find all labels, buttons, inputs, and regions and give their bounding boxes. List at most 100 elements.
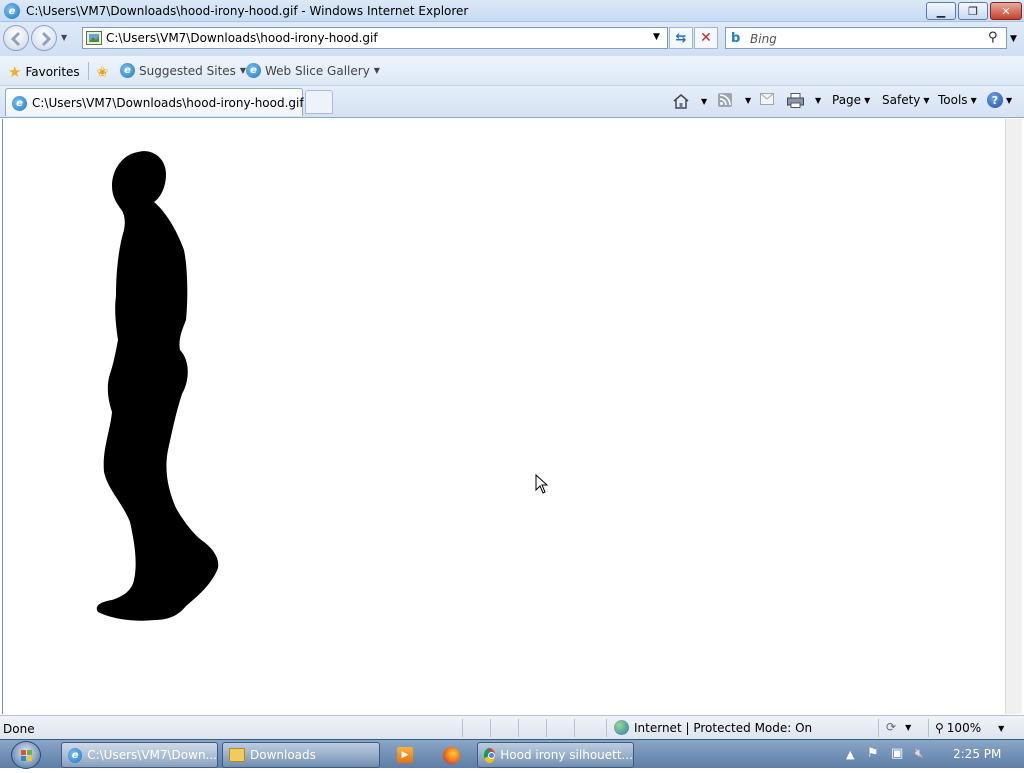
- folder-icon: [229, 748, 245, 762]
- close-button[interactable]: ✕: [990, 2, 1022, 20]
- favorites-label: Favorites: [25, 65, 80, 79]
- safety-menu-button[interactable]: Safety ▼: [882, 93, 930, 107]
- new-tab-button[interactable]: [305, 90, 333, 114]
- status-text: Done: [3, 722, 35, 736]
- safety-menu-label: Safety: [882, 93, 921, 107]
- taskbar-item-chrome[interactable]: Hood irony silhouett...: [477, 742, 634, 768]
- refresh-button[interactable]: ⇆: [669, 27, 693, 49]
- feeds-button[interactable]: ▼: [718, 93, 751, 107]
- read-mail-button[interactable]: [760, 93, 774, 105]
- search-box[interactable]: b Bing ⚲: [725, 27, 1007, 49]
- network-icon[interactable]: ▣: [891, 746, 903, 761]
- status-separator: [878, 719, 879, 737]
- minimize-icon: ▁: [936, 4, 946, 18]
- taskbar-clock[interactable]: 2:25 PM: [953, 747, 1001, 761]
- help-button[interactable]: ? ▼: [987, 92, 1012, 108]
- chevron-down-icon: ▼: [1006, 95, 1013, 105]
- add-to-favorites-bar-button[interactable]: ✬: [96, 63, 109, 81]
- forward-arrow-icon: [41, 31, 52, 47]
- star-icon: ★: [8, 63, 22, 81]
- home-button[interactable]: ▼: [672, 93, 707, 109]
- recent-pages-dropdown-icon[interactable]: ▼: [61, 33, 67, 42]
- zoom-magnifier-icon: ⚲: [935, 721, 944, 735]
- chevron-down-icon: ▼: [998, 723, 1005, 733]
- back-arrow-icon: [10, 31, 21, 47]
- chrome-icon: [484, 747, 496, 763]
- vertical-scrollbar[interactable]: [1005, 119, 1022, 714]
- minimize-button[interactable]: ▁: [926, 2, 956, 20]
- close-icon: ✕: [1001, 4, 1011, 18]
- add-favorite-star-icon: ✬: [96, 63, 109, 81]
- address-bar[interactable]: C:\Users\VM7\Downloads\hood-irony-hood.g…: [82, 27, 668, 49]
- address-dropdown-icon[interactable]: ▼: [653, 32, 660, 42]
- print-button[interactable]: ▼: [787, 93, 821, 108]
- web-slice-gallery-button[interactable]: e Web Slice Gallery ▼: [246, 63, 380, 78]
- chevron-down-icon: ▼: [970, 95, 977, 105]
- chevron-down-icon: ▼: [815, 96, 822, 105]
- taskbar-item-media-player[interactable]: ▶: [386, 742, 424, 768]
- tab-hood-irony-hood[interactable]: e C:\Users\VM7\Downloads\hood-irony-hood…: [5, 88, 304, 116]
- maximize-button[interactable]: ❐: [958, 2, 988, 20]
- zoom-level-button[interactable]: ⚲ 100% ▼: [935, 721, 1004, 735]
- tools-menu-label: Tools: [938, 93, 968, 107]
- show-hidden-icons-icon[interactable]: ▲: [846, 748, 854, 761]
- taskbar-item-internet-explorer[interactable]: e C:\Users\VM7\Down...: [61, 742, 218, 768]
- title-bar[interactable]: e C:\Users\VM7\Downloads\hood-irony-hood…: [0, 0, 1024, 22]
- search-options-dropdown-icon[interactable]: ▼: [1010, 34, 1017, 44]
- forward-button[interactable]: [31, 25, 57, 51]
- tab-row: e C:\Users\VM7\Downloads\hood-irony-hood…: [0, 86, 1024, 118]
- chevron-down-icon: ▼: [701, 96, 708, 106]
- status-separator: [546, 719, 547, 737]
- taskbar-item-firefox[interactable]: [432, 742, 470, 768]
- stop-icon: ✕: [700, 30, 712, 46]
- chevron-down-icon: ▼: [745, 95, 752, 105]
- ie-page-icon: e: [120, 63, 135, 78]
- navigation-bar: ▼ C:\Users\VM7\Downloads\hood-irony-hood…: [0, 22, 1024, 56]
- page-menu-button[interactable]: Page ▼: [832, 93, 870, 107]
- search-icon[interactable]: ⚲: [988, 30, 998, 45]
- firefox-icon: [443, 746, 460, 764]
- start-button[interactable]: [11, 741, 41, 769]
- taskbar-item-downloads[interactable]: Downloads: [222, 742, 380, 768]
- help-icon: ?: [987, 92, 1003, 108]
- suggested-sites-button[interactable]: e Suggested Sites ▼: [120, 63, 246, 78]
- chevron-down-icon: ▼: [373, 66, 380, 75]
- favorites-button[interactable]: ★ Favorites: [8, 63, 80, 81]
- taskbar-downloads-label: Downloads: [250, 748, 316, 762]
- status-separator: [928, 719, 929, 737]
- taskbar-ie-label: C:\Users\VM7\Down...: [87, 748, 217, 762]
- taskbar: e C:\Users\VM7\Down... Downloads ▶ Hood …: [0, 739, 1024, 769]
- security-zone-indicator[interactable]: Internet | Protected Mode: On: [614, 720, 812, 735]
- ie-page-icon: e: [12, 96, 27, 111]
- status-separator: [462, 719, 463, 737]
- chevron-down-icon: ▼: [923, 95, 930, 105]
- refresh-icon: ⇆: [675, 30, 687, 46]
- status-separator: [574, 719, 575, 737]
- taskbar-chrome-label: Hood irony silhouett...: [500, 748, 633, 762]
- search-input[interactable]: Bing: [750, 32, 777, 46]
- status-separator: [490, 719, 491, 737]
- chevron-down-icon: ▼: [905, 722, 912, 732]
- popup-blocker-button[interactable]: ⟳ ▼: [886, 720, 911, 734]
- action-center-flag-icon[interactable]: ⚑: [867, 746, 879, 761]
- stop-button[interactable]: ✕: [694, 27, 718, 49]
- zone-label: Internet | Protected Mode: On: [634, 720, 813, 735]
- page-menu-label: Page: [832, 93, 862, 107]
- rss-feed-icon: [718, 93, 732, 107]
- change-status-icon: ⟳: [886, 720, 897, 734]
- zoom-label: 100%: [946, 721, 982, 735]
- ie-logo-icon: e: [68, 747, 83, 763]
- ie-page-icon: e: [246, 63, 261, 78]
- back-button[interactable]: [3, 25, 29, 51]
- globe-icon: [614, 720, 629, 735]
- media-player-icon: ▶: [397, 747, 413, 763]
- address-input[interactable]: C:\Users\VM7\Downloads\hood-irony-hood.g…: [106, 31, 378, 45]
- tab-label: C:\Users\VM7\Downloads\hood-irony-hood.g…: [32, 96, 304, 110]
- status-bar: Done Internet | Protected Mode: On ⟳ ▼ ⚲…: [0, 715, 1024, 739]
- volume-muted-icon[interactable]: 🔇︎: [915, 746, 923, 761]
- mail-icon: [760, 93, 774, 105]
- ie-logo-icon: e: [4, 3, 20, 19]
- tools-menu-button[interactable]: Tools ▼: [938, 93, 977, 107]
- window-title: C:\Users\VM7\Downloads\hood-irony-hood.g…: [26, 4, 469, 18]
- windows-logo-icon: [21, 750, 32, 761]
